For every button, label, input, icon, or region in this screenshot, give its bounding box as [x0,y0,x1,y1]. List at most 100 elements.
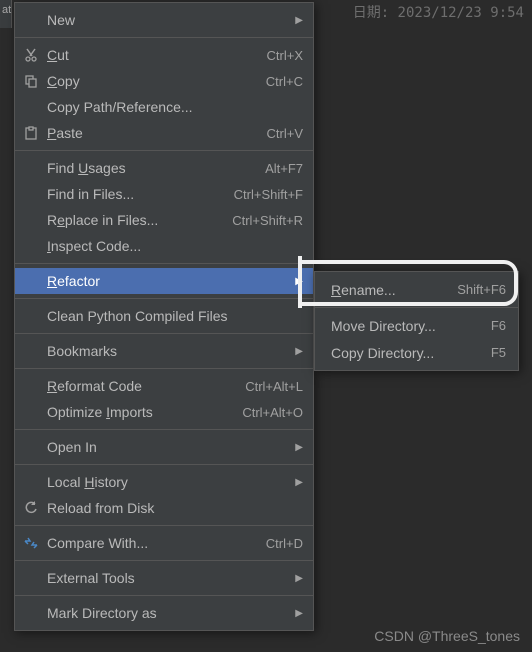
menu-item-shortcut: Ctrl+C [256,74,303,89]
submenu-move-dir[interactable]: Move Directory...F6 [315,312,518,339]
menu-item-shortcut: Ctrl+Shift+R [222,213,303,228]
watermark: CSDN @ThreeS_tones [374,628,520,644]
menu-find-in-files[interactable]: Find in Files...Ctrl+Shift+F [15,181,313,207]
menu-item-shortcut: Ctrl+X [257,48,303,63]
menu-item-label: Rename... [327,282,447,298]
menu-separator [15,429,313,430]
menu-item-label: Find Usages [43,160,255,176]
menu-item-label: Refactor [43,273,293,289]
menu-separator [15,560,313,561]
menu-separator [15,150,313,151]
menu-copy[interactable]: CopyCtrl+C [15,68,313,94]
menu-replace-in-files[interactable]: Replace in Files...Ctrl+Shift+R [15,207,313,233]
chevron-right-icon: ▶ [293,477,303,488]
menu-item-label: Paste [43,125,257,141]
menu-item-label: Move Directory... [327,318,481,334]
blank-icon [19,377,43,395]
compare-icon [19,534,43,552]
chevron-right-icon: ▶ [293,442,303,453]
menu-reload-disk[interactable]: Reload from Disk [15,495,313,521]
menu-item-label: Compare With... [43,535,256,551]
menu-optimize-imports[interactable]: Optimize ImportsCtrl+Alt+O [15,399,313,425]
submenu-rename[interactable]: Rename...Shift+F6 [315,276,518,303]
menu-item-label: Copy Path/Reference... [43,99,303,115]
menu-item-label: Open In [43,439,293,455]
chevron-right-icon: ▶ [293,276,303,287]
blank-icon [19,569,43,587]
menu-separator [315,307,518,308]
menu-compare-with[interactable]: Compare With...Ctrl+D [15,530,313,556]
menu-refactor[interactable]: Refactor▶ [15,268,313,294]
menu-separator [15,525,313,526]
menu-mark-dir[interactable]: Mark Directory as▶ [15,600,313,626]
menu-item-shortcut: F6 [481,318,506,333]
cut-icon [19,46,43,64]
reload-icon [19,499,43,517]
menu-item-shortcut: Shift+F6 [447,282,506,297]
refactor-submenu: Rename...Shift+F6Move Directory...F6Copy… [314,271,519,371]
menu-copy-path[interactable]: Copy Path/Reference... [15,94,313,120]
blank-icon [19,98,43,116]
blank-icon [19,403,43,421]
menu-item-label: Local History [43,474,293,490]
menu-item-label: Reload from Disk [43,500,303,516]
submenu-copy-dir[interactable]: Copy Directory...F5 [315,339,518,366]
chevron-right-icon: ▶ [293,346,303,357]
menu-item-label: Mark Directory as [43,605,293,621]
menu-separator [15,368,313,369]
menu-separator [15,37,313,38]
menu-separator [15,263,313,264]
menu-item-label: Replace in Files... [43,212,222,228]
menu-item-shortcut: Ctrl+D [256,536,303,551]
menu-item-label: Cut [43,47,257,63]
menu-item-label: Copy [43,73,256,89]
menu-local-history[interactable]: Local History▶ [15,469,313,495]
blank-icon [19,307,43,325]
paste-icon [19,124,43,142]
blank-icon [19,237,43,255]
blank-icon [19,438,43,456]
menu-item-label: Find in Files... [43,186,224,202]
blank-icon [19,185,43,203]
menu-item-label: Inspect Code... [43,238,303,254]
menu-item-label: Clean Python Compiled Files [43,308,303,324]
title-date: 日期: 2023/12/23 9:54 [345,0,532,22]
menu-item-label: New [43,12,293,28]
tab-edge: at [0,0,12,28]
menu-inspect-code[interactable]: Inspect Code... [15,233,313,259]
copy-icon [19,72,43,90]
context-menu: New▶CutCtrl+XCopyCtrl+CCopy Path/Referen… [14,2,314,631]
menu-separator [15,595,313,596]
menu-reformat[interactable]: Reformat CodeCtrl+Alt+L [15,373,313,399]
menu-open-in[interactable]: Open In▶ [15,434,313,460]
menu-item-label: Reformat Code [43,378,235,394]
menu-external-tools[interactable]: External Tools▶ [15,565,313,591]
menu-find-usages[interactable]: Find UsagesAlt+F7 [15,155,313,181]
menu-separator [15,464,313,465]
menu-item-shortcut: Alt+F7 [255,161,303,176]
menu-item-shortcut: Ctrl+Alt+L [235,379,303,394]
menu-separator [15,298,313,299]
menu-item-label: Bookmarks [43,343,293,359]
menu-item-shortcut: Ctrl+V [257,126,303,141]
chevron-right-icon: ▶ [293,573,303,584]
menu-separator [15,333,313,334]
menu-paste[interactable]: PasteCtrl+V [15,120,313,146]
menu-bookmarks[interactable]: Bookmarks▶ [15,338,313,364]
menu-new[interactable]: New▶ [15,7,313,33]
menu-item-shortcut: Ctrl+Shift+F [224,187,303,202]
menu-item-label: Optimize Imports [43,404,232,420]
blank-icon [19,604,43,622]
menu-item-label: External Tools [43,570,293,586]
menu-cut[interactable]: CutCtrl+X [15,42,313,68]
chevron-right-icon: ▶ [293,15,303,26]
menu-clean-pyc[interactable]: Clean Python Compiled Files [15,303,313,329]
blank-icon [19,211,43,229]
menu-item-shortcut: F5 [481,345,506,360]
chevron-right-icon: ▶ [293,608,303,619]
blank-icon [19,473,43,491]
blank-icon [19,11,43,29]
menu-item-label: Copy Directory... [327,345,481,361]
blank-icon [19,159,43,177]
blank-icon [19,272,43,290]
